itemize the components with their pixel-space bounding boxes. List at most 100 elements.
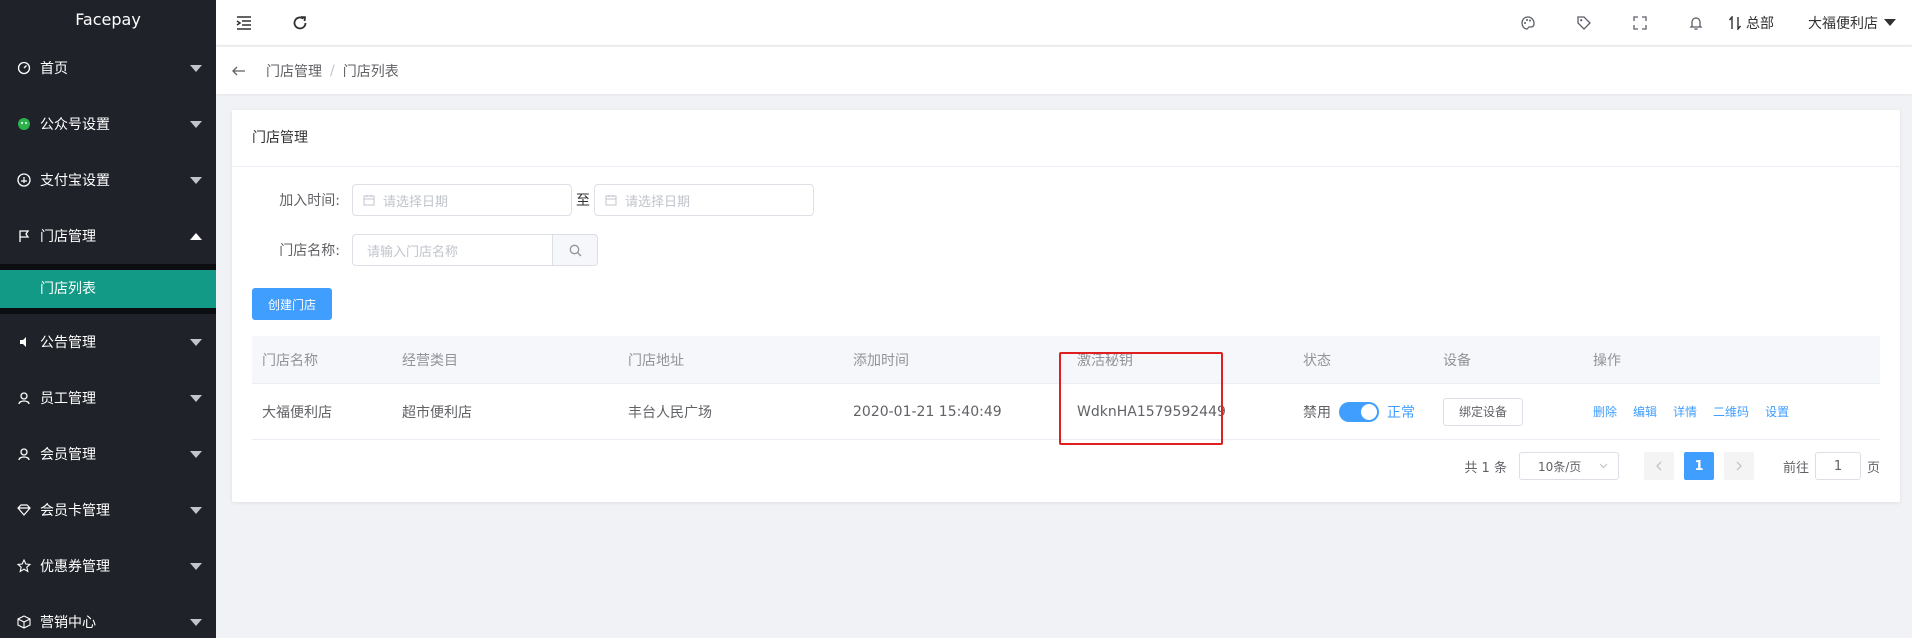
qrcode-link[interactable]: 二维码: [1713, 403, 1749, 420]
sidebar-item-announcements[interactable]: 公告管理: [0, 314, 216, 370]
store-table: 门店名称 经营类目 门店地址 添加时间 激活秘钥 状态 设备 操作 大福便利店 …: [252, 336, 1880, 440]
sidebar-item-coupons[interactable]: 优惠券管理: [0, 538, 216, 594]
wechat-icon: [16, 116, 32, 132]
column-header: 状态: [1303, 352, 1331, 369]
bind-device-button[interactable]: 绑定设备: [1443, 397, 1523, 426]
column-header: 激活秘钥: [1077, 352, 1133, 369]
chevron-down-icon: [190, 64, 202, 72]
caret-down-icon: [1884, 19, 1896, 26]
filter-form: 加入时间: 请选择日期 至 请选择日期 门店名称: 请输入门店名称: [232, 167, 1900, 267]
diamond-icon: [16, 502, 32, 518]
chevron-down-icon: [190, 450, 202, 458]
hq-label: 总部: [1746, 15, 1774, 32]
cell-activation-key: WdknHA1579592449: [1077, 403, 1226, 420]
calendar-icon: [363, 195, 375, 206]
star-icon: [16, 558, 32, 574]
alipay-icon: [16, 172, 32, 188]
tag-icon[interactable]: [1556, 0, 1612, 46]
page-size-select[interactable]: 10条/页: [1518, 452, 1619, 480]
store-name-input[interactable]: 请输入门店名称: [352, 234, 552, 266]
end-date-picker[interactable]: 请选择日期: [594, 184, 814, 216]
store-name-label: 门店名称:: [279, 243, 340, 259]
end-date-placeholder: 请选择日期: [625, 194, 691, 210]
status-toggle[interactable]: [1339, 401, 1379, 422]
sidebar-item-marketing[interactable]: 营销中心: [0, 594, 216, 638]
palette-icon[interactable]: [1500, 0, 1556, 46]
chevron-left-icon: [1656, 461, 1662, 471]
cell-operations: 删除 编辑 详情 二维码 设置: [1583, 403, 1880, 420]
sidebar-item-member-cards[interactable]: 会员卡管理: [0, 482, 216, 538]
sidebar-item-store-management[interactable]: 门店管理: [0, 208, 216, 264]
sidebar-item-wechat[interactable]: 公众号设置: [0, 96, 216, 152]
goto-page: 前往 1 页: [1783, 452, 1880, 480]
next-page-button[interactable]: [1723, 452, 1754, 480]
column-header: 门店名称: [262, 352, 318, 369]
cell-address: 丰台人民广场: [628, 404, 712, 421]
calendar-icon: [605, 195, 617, 206]
store-dropdown[interactable]: 大福便利店: [1790, 13, 1912, 33]
settings-link[interactable]: 设置: [1765, 403, 1789, 420]
details-link[interactable]: 详情: [1673, 403, 1697, 420]
table-header: 门店名称 经营类目 门店地址 添加时间 激活秘钥 状态 设备 操作: [252, 336, 1880, 384]
sidebar-item-label: 优惠券管理: [40, 559, 110, 575]
chevron-up-icon: [190, 232, 202, 240]
create-store-button[interactable]: 创建门店: [252, 288, 332, 320]
fullscreen-icon[interactable]: [1612, 0, 1668, 46]
sidebar-item-staff[interactable]: 员工管理: [0, 370, 216, 426]
sidebar-item-members[interactable]: 会员管理: [0, 426, 216, 482]
breadcrumb-item-store-management[interactable]: 门店管理: [266, 61, 322, 81]
refresh-icon[interactable]: [272, 0, 328, 46]
breadcrumb: 门店管理 / 门店列表: [216, 47, 1912, 94]
join-time-row: 加入时间: 请选择日期 至 请选择日期: [252, 183, 1880, 217]
delete-link[interactable]: 删除: [1593, 403, 1617, 420]
prev-page-button[interactable]: [1643, 452, 1674, 480]
breadcrumb-separator: /: [330, 62, 335, 79]
column-header: 设备: [1443, 352, 1471, 369]
start-date-picker[interactable]: 请选择日期: [352, 184, 572, 216]
cell-store-name: 大福便利店: [262, 404, 332, 421]
goto-label: 前往: [1782, 460, 1809, 476]
sidebar-item-home[interactable]: 首页: [0, 40, 216, 96]
store-dropdown-label: 大福便利店: [1808, 15, 1878, 32]
sidebar-item-label: 公众号设置: [40, 117, 110, 133]
back-arrow-icon[interactable]: [232, 65, 248, 77]
bell-icon[interactable]: [1668, 0, 1724, 46]
sidebar-item-label: 营销中心: [40, 615, 96, 631]
join-time-label: 加入时间:: [279, 193, 340, 209]
column-header: 门店地址: [628, 352, 684, 369]
speaker-icon: [16, 334, 32, 350]
chevron-down-icon: [190, 506, 202, 514]
sidebar-item-label: 支付宝设置: [40, 173, 110, 189]
user-icon: [16, 390, 32, 406]
column-header: 经营类目: [402, 352, 458, 369]
cell-category: 超市便利店: [402, 404, 472, 421]
chevron-down-icon: [190, 394, 202, 402]
table-row: 大福便利店 超市便利店 丰台人民广场 2020-01-21 15:40:49 W…: [252, 384, 1880, 440]
page-size-value: 10条/页: [1537, 459, 1582, 474]
sidebar-subitem-store-list[interactable]: 门店列表: [0, 270, 216, 308]
sidebar-item-label: 会员管理: [40, 447, 96, 463]
cell-status: 禁用 正常: [1293, 401, 1433, 422]
pagination: 共 1 条 10条/页 1 前往 1 页: [1464, 452, 1880, 480]
search-button[interactable]: [552, 234, 598, 266]
sidebar: Facepay 首页 公众号设置 支付宝设置 门店管理 门店列表 公告管理 员工…: [0, 0, 216, 638]
chevron-down-icon: [190, 120, 202, 128]
cell-device: 绑定设备: [1433, 397, 1583, 426]
pagination-total: 共 1 条: [1464, 460, 1507, 476]
column-header: 添加时间: [853, 352, 909, 369]
chevron-down-icon: [190, 562, 202, 570]
menu-fold-icon[interactable]: [216, 0, 272, 46]
to-label: 至: [576, 193, 590, 209]
status-off-label: 禁用: [1303, 404, 1331, 421]
sidebar-item-label: 员工管理: [40, 391, 96, 407]
column-header: 操作: [1593, 352, 1621, 369]
store-name-row: 门店名称: 请输入门店名称: [252, 233, 1880, 267]
sidebar-item-label: 首页: [40, 61, 68, 77]
edit-link[interactable]: 编辑: [1633, 403, 1657, 420]
header-right: 总部 大福便利店: [1500, 0, 1912, 46]
sidebar-item-alipay[interactable]: 支付宝设置: [0, 152, 216, 208]
page-number-button[interactable]: 1: [1683, 452, 1714, 480]
hq-switch[interactable]: 总部: [1724, 13, 1790, 33]
start-date-placeholder: 请选择日期: [383, 194, 449, 210]
goto-page-input[interactable]: 1: [1814, 452, 1861, 480]
